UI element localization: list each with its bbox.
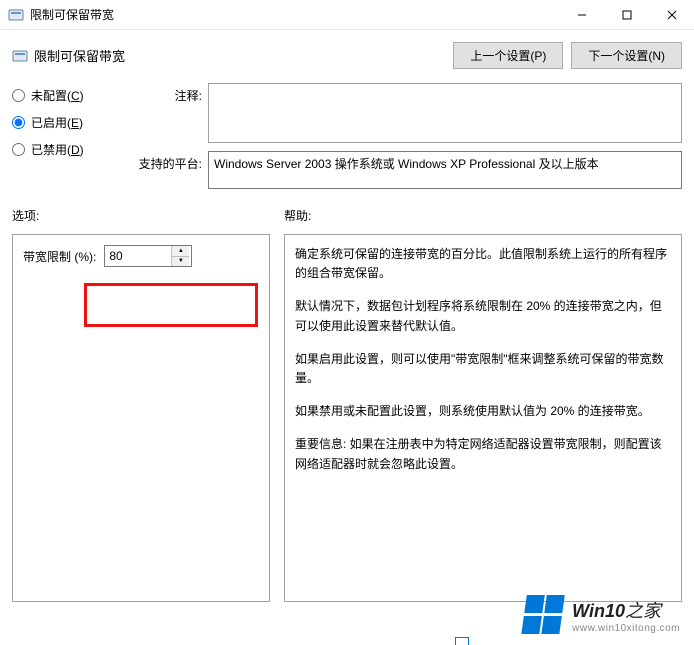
platform-text: Windows Server 2003 操作系统或 Windows XP Pro…: [214, 157, 599, 171]
radio-disabled[interactable]: 已禁用(D): [12, 141, 122, 158]
options-panel: 带宽限制 (%): ▲ ▼: [12, 234, 270, 602]
minimize-button[interactable]: [559, 0, 604, 30]
spinner-up-button[interactable]: ▲: [172, 246, 189, 257]
radio-not-configured[interactable]: 未配置(C): [12, 87, 122, 104]
titlebar: 限制可保留带宽: [0, 0, 694, 30]
help-panel[interactable]: 确定系统可保留的连接带宽的百分比。此值限制系统上运行的所有程序的组合带宽保留。 …: [284, 234, 682, 602]
help-p3: 如果启用此设置，则可以使用"带宽限制"框来调整系统可保留的带宽数量。: [295, 350, 671, 388]
options-label: 选项:: [12, 207, 270, 224]
radio-enabled[interactable]: 已启用(E): [12, 114, 122, 131]
window-title: 限制可保留带宽: [30, 6, 114, 23]
supported-platforms[interactable]: Windows Server 2003 操作系统或 Windows XP Pro…: [208, 151, 682, 189]
state-radio-group: 未配置(C) 已启用(E) 已禁用(D): [12, 83, 122, 197]
window-controls: [559, 0, 694, 30]
policy-title: 限制可保留带宽: [34, 46, 453, 65]
bandwidth-limit-spinner[interactable]: ▲ ▼: [104, 245, 192, 267]
bandwidth-limit-label: 带宽限制 (%):: [23, 248, 96, 265]
prev-setting-button[interactable]: 上一个设置(P): [453, 42, 563, 69]
help-label: 帮助:: [284, 207, 682, 224]
content-area: 限制可保留带宽 上一个设置(P) 下一个设置(N) 未配置(C) 已启用(E) …: [0, 30, 694, 645]
bandwidth-limit-input[interactable]: [105, 249, 171, 263]
spinner-down-button[interactable]: ▼: [172, 257, 189, 267]
maximize-button[interactable]: [604, 0, 649, 30]
help-p1: 确定系统可保留的连接带宽的百分比。此值限制系统上运行的所有程序的组合带宽保留。: [295, 245, 671, 283]
header-row: 限制可保留带宽 上一个设置(P) 下一个设置(N): [12, 42, 682, 69]
policy-icon: [12, 48, 28, 64]
next-setting-button[interactable]: 下一个设置(N): [571, 42, 682, 69]
cutoff-button-edge: [455, 637, 469, 645]
radio-not-configured-input[interactable]: [12, 89, 25, 102]
platform-label: 支持的平台:: [134, 151, 208, 172]
radio-disabled-input[interactable]: [12, 143, 25, 156]
comment-label: 注释:: [134, 83, 208, 104]
radio-enabled-input[interactable]: [12, 116, 25, 129]
app-icon: [8, 7, 24, 23]
close-button[interactable]: [649, 0, 694, 30]
watermark-url: www.win10xitong.com: [572, 623, 680, 634]
comment-textarea[interactable]: [208, 83, 682, 143]
help-p4: 如果禁用或未配置此设置，则系统使用默认值为 20% 的连接带宽。: [295, 402, 671, 421]
help-p5: 重要信息: 如果在注册表中为特定网络适配器设置带宽限制，则配置该网络适配器时就会…: [295, 435, 671, 473]
help-p2: 默认情况下，数据包计划程序将系统限制在 20% 的连接带宽之内，但可以使用此设置…: [295, 297, 671, 335]
